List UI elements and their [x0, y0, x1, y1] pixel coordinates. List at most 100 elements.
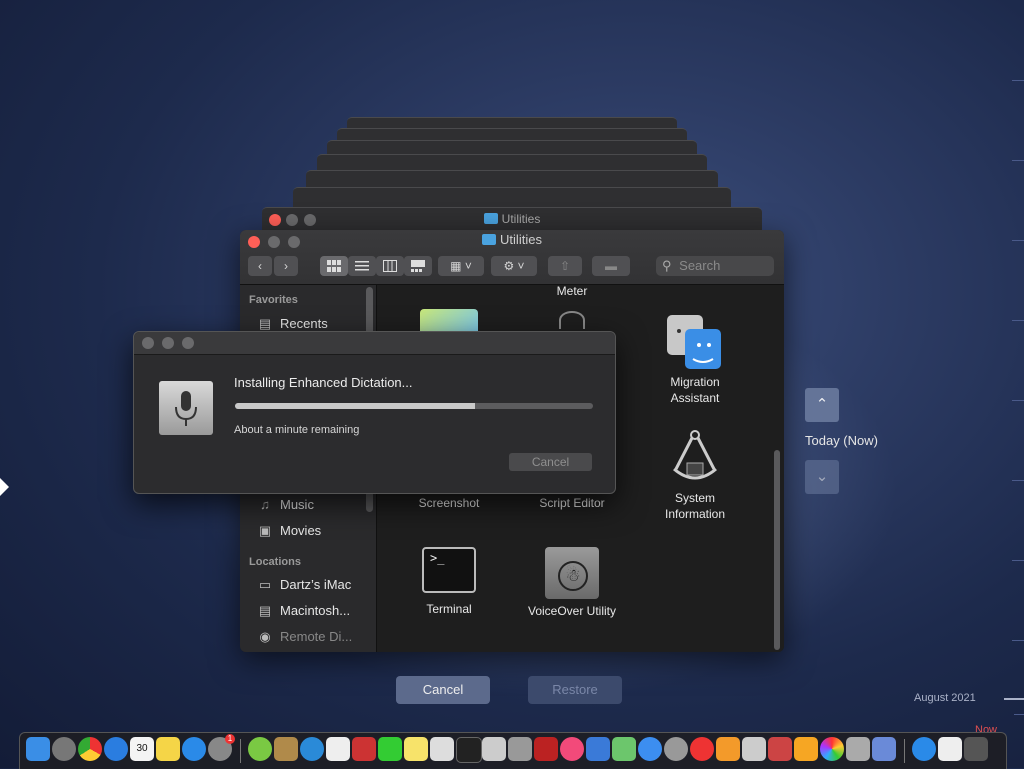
dialog-close-button[interactable]: [142, 337, 154, 349]
backup-window-stack-5: [327, 140, 697, 155]
clock-icon: ▤: [258, 316, 272, 331]
window-title: Utilities: [240, 232, 784, 247]
dialog-cancel-button[interactable]: Cancel: [509, 453, 592, 471]
finder-toolbar: Utilities ‹ › ▦ ˅ ⚙ ˅ ⇧ ▬ ⚲ Search: [240, 230, 784, 285]
back-button[interactable]: ‹: [248, 256, 272, 276]
music-app-icon[interactable]: [560, 737, 584, 761]
timeline-down-button[interactable]: ⌄: [805, 460, 839, 494]
install-progress-fill: [235, 403, 475, 409]
timeline-ruler[interactable]: [1004, 0, 1024, 730]
app-store-icon[interactable]: [182, 737, 206, 761]
trash-icon[interactable]: [964, 737, 988, 761]
chrome-icon[interactable]: [78, 737, 102, 761]
sidebar-item-remote-disc[interactable]: ◉ Remote Di...: [258, 629, 352, 645]
activity-meter-icon: [559, 311, 585, 329]
app-icon-1[interactable]: [248, 737, 272, 761]
timeline-month-label: August 2021: [914, 692, 976, 704]
timeline-up-button[interactable]: ⌃: [805, 388, 839, 422]
app-item-screenshot[interactable]: Screenshot: [389, 495, 509, 511]
time-machine-cancel-button[interactable]: Cancel: [396, 676, 490, 704]
edge-icon[interactable]: [300, 737, 324, 761]
app-icon-5[interactable]: [872, 737, 896, 761]
dialog-minimize-button[interactable]: [162, 337, 174, 349]
launchpad-icon[interactable]: [52, 737, 76, 761]
sidebar-item-imac[interactable]: ▭ Dartz’s iMac: [258, 577, 351, 593]
system-information-icon: [673, 430, 717, 480]
grid-icon: [327, 260, 341, 272]
app-item-migration-assistant[interactable]: Migration Assistant: [635, 313, 755, 406]
app-icon-4[interactable]: [768, 737, 792, 761]
document-icon[interactable]: [938, 737, 962, 761]
photos-icon[interactable]: [820, 737, 844, 761]
app-item-activity-meter[interactable]: Meter: [512, 283, 632, 329]
search-icon: ⚲: [662, 258, 672, 273]
sidebar-item-movies[interactable]: ▣ Movies: [258, 523, 321, 539]
sidebar-item-macintosh-hd[interactable]: ▤ Macintosh...: [258, 603, 350, 619]
content-scrollbar[interactable]: [774, 450, 780, 650]
script-icon[interactable]: [482, 737, 506, 761]
system-preferences-icon[interactable]: 1: [208, 734, 235, 761]
app-item-system-information[interactable]: System Information: [635, 429, 755, 522]
current-snapshot-label: Today (Now): [805, 433, 878, 448]
icon-view-button[interactable]: [320, 256, 348, 276]
app-item-color-sync-partial[interactable]: [389, 299, 509, 333]
list-view-button[interactable]: [348, 256, 376, 276]
books-icon[interactable]: [716, 737, 740, 761]
disc-icon: ◉: [259, 629, 271, 644]
install-dictation-dialog: Installing Enhanced Dictation... About a…: [133, 331, 616, 494]
calendar-icon[interactable]: 30: [130, 737, 154, 761]
maps-icon[interactable]: [612, 737, 636, 761]
photo-booth-icon[interactable]: [534, 737, 558, 761]
finder-icon[interactable]: [26, 737, 50, 761]
facetime-icon[interactable]: [378, 737, 402, 761]
home-icon[interactable]: [794, 737, 818, 761]
tags-button[interactable]: ▬: [592, 256, 630, 276]
text-edit-icon[interactable]: [326, 737, 350, 761]
disk-utility-icon[interactable]: [508, 737, 532, 761]
app-item-terminal[interactable]: >_ Terminal: [389, 547, 509, 617]
messages-icon[interactable]: [638, 737, 662, 761]
app-icon-3[interactable]: [742, 737, 766, 761]
mouse-cursor: [0, 478, 9, 496]
preview-icon[interactable]: [586, 737, 610, 761]
film-icon: ▣: [258, 523, 272, 538]
dock: 30 1: [19, 732, 1007, 769]
tag-icon: ▬: [605, 259, 617, 273]
terminal-icon: >_: [422, 547, 476, 593]
app-item-script-editor[interactable]: Script Editor: [512, 495, 632, 511]
search-field[interactable]: ⚲ Search: [656, 256, 774, 276]
app-item-voiceover-utility[interactable]: ☃ VoiceOver Utility: [512, 547, 632, 619]
sidebar-item-recents[interactable]: ▤ Recents: [258, 316, 328, 332]
sidebar-item-music[interactable]: ♫ Music: [258, 497, 314, 512]
acrobat-icon[interactable]: [352, 737, 376, 761]
font-book-icon[interactable]: [430, 737, 454, 761]
safari-icon[interactable]: [104, 737, 128, 761]
search-placeholder: Search: [679, 258, 721, 273]
time-remaining: About a minute remaining: [234, 424, 360, 436]
notes-icon[interactable]: [156, 737, 180, 761]
activity-monitor-icon[interactable]: [456, 737, 482, 763]
news-icon[interactable]: [690, 737, 714, 761]
automator-icon[interactable]: [664, 737, 688, 761]
app-store-2-icon[interactable]: [912, 737, 936, 761]
dialog-zoom-button[interactable]: [182, 337, 194, 349]
group-by-button[interactable]: ▦ ˅: [438, 256, 484, 276]
share-icon: ⇧: [559, 259, 571, 273]
gallery-icon: [411, 260, 425, 272]
column-view-button[interactable]: [376, 256, 404, 276]
action-gear-button[interactable]: ⚙ ˅: [491, 256, 537, 276]
folder-icon: [482, 234, 497, 245]
folder-icon: [483, 213, 498, 224]
share-button[interactable]: ⇧: [548, 256, 582, 276]
time-machine-restore-button[interactable]: Restore: [528, 676, 622, 704]
forward-button[interactable]: ›: [274, 256, 298, 276]
stickies-icon[interactable]: [404, 737, 428, 761]
install-progress-bar: [235, 403, 593, 409]
dialog-titlebar: [134, 332, 615, 355]
dialog-title: Installing Enhanced Dictation...: [234, 375, 413, 390]
favorites-heading: Favorites: [249, 294, 298, 306]
app-icon-2[interactable]: [274, 737, 298, 761]
gallery-view-button[interactable]: [404, 256, 432, 276]
time-machine-app-icon[interactable]: [846, 737, 870, 761]
chevron-down-icon: ⌄: [815, 468, 829, 485]
